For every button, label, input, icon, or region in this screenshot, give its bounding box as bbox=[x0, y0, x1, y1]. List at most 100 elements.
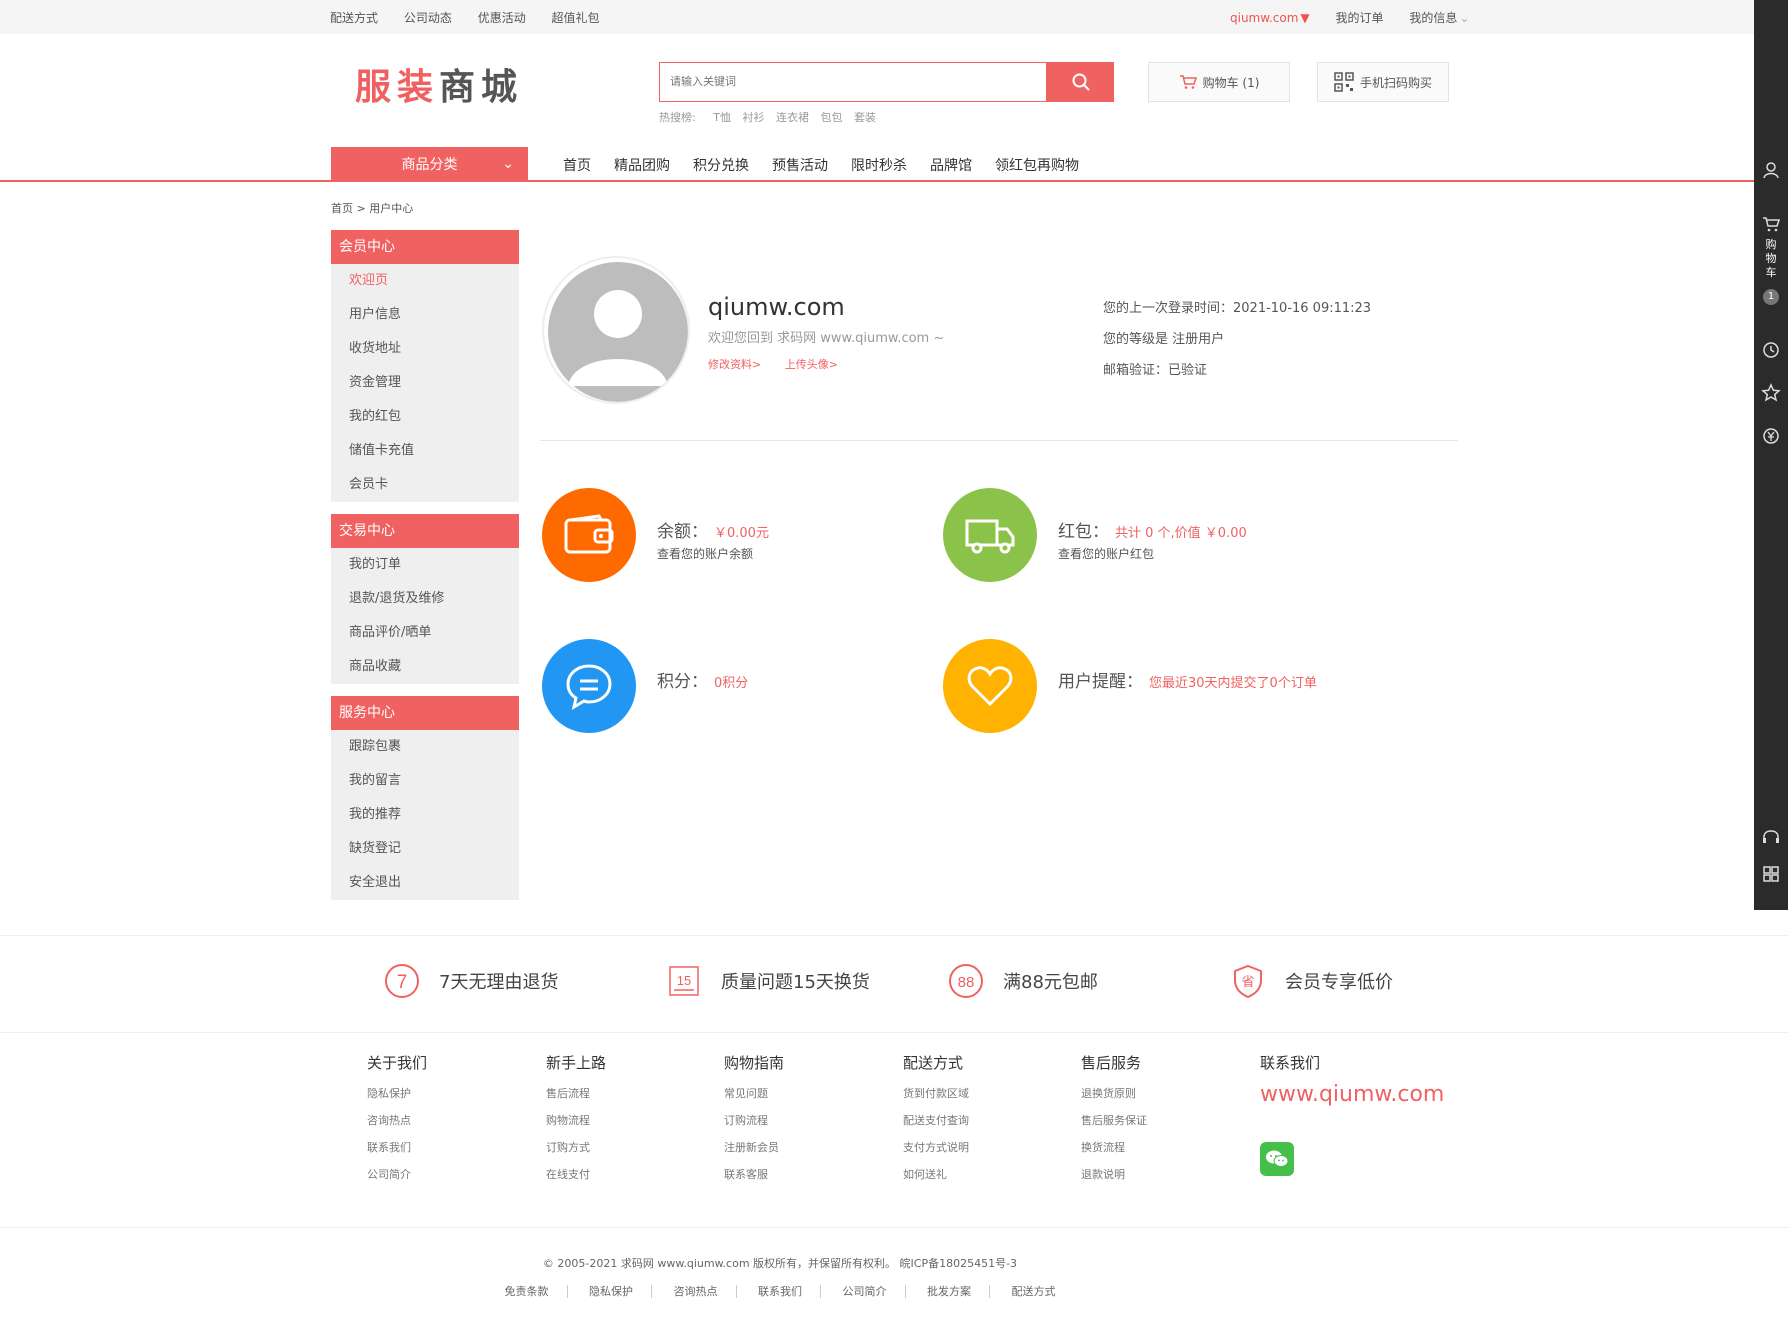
sidebar-item[interactable]: 我的推荐 bbox=[331, 798, 519, 832]
redpacket-sub[interactable]: 查看您的账户红包 bbox=[1058, 545, 1154, 562]
top-link[interactable]: 公司动态 bbox=[404, 11, 452, 25]
sidebar-item[interactable]: 储值卡充值 bbox=[331, 434, 519, 468]
top-link[interactable]: 配送方式 bbox=[330, 11, 378, 25]
balance-icon-circle[interactable] bbox=[542, 488, 636, 582]
cart-button[interactable]: 购物车 (1) bbox=[1148, 62, 1290, 102]
rail-cart-label[interactable]: 购物车 bbox=[1765, 238, 1777, 280]
footer-link[interactable]: 配送支付查询 bbox=[903, 1112, 969, 1139]
headset-icon[interactable] bbox=[1761, 828, 1781, 848]
hot-search-item[interactable]: 包包 bbox=[820, 111, 842, 124]
sidebar-item[interactable]: 我的留言 bbox=[331, 764, 519, 798]
redpacket-icon-circle[interactable] bbox=[943, 488, 1037, 582]
footer-link[interactable]: 退换货原则 bbox=[1081, 1085, 1147, 1112]
svg-text:7: 7 bbox=[397, 972, 408, 993]
footer-link[interactable]: 售后流程 bbox=[546, 1085, 606, 1112]
edit-profile-link[interactable]: 修改资料> bbox=[708, 358, 761, 371]
service-label: 7天无理由退货 bbox=[439, 972, 559, 993]
footer-link[interactable]: 退款说明 bbox=[1081, 1166, 1147, 1193]
sidebar-item[interactable]: 缺货登记 bbox=[331, 832, 519, 866]
service-label: 会员专享低价 bbox=[1285, 972, 1393, 993]
sidebar-item-welcome[interactable]: 欢迎页 bbox=[331, 264, 519, 298]
footer-bottom-link[interactable]: 隐私保护 bbox=[571, 1285, 652, 1298]
hot-search-item[interactable]: 连衣裙 bbox=[776, 111, 809, 124]
footer-link[interactable]: 订购流程 bbox=[724, 1112, 784, 1139]
top-right: qiumw.com ▼ 我的订单 我的信息 ⌄ bbox=[1230, 9, 1491, 26]
hot-search-item[interactable]: 套装 bbox=[854, 111, 876, 124]
footer-bottom-link[interactable]: 联系我们 bbox=[740, 1285, 821, 1298]
footer-link[interactable]: 如何送礼 bbox=[903, 1166, 969, 1193]
cart-label: 购物车 (1) bbox=[1202, 75, 1260, 90]
footer-link[interactable]: 常见问题 bbox=[724, 1085, 784, 1112]
points-value: 0积分 bbox=[714, 676, 749, 691]
footer-link[interactable]: 联系我们 bbox=[367, 1139, 427, 1166]
my-info-dropdown[interactable]: 我的信息 ⌄ bbox=[1409, 11, 1469, 25]
nav-item[interactable]: 精品团购 bbox=[614, 155, 670, 175]
avatar[interactable] bbox=[542, 256, 690, 404]
grid-icon[interactable] bbox=[1761, 864, 1781, 884]
hot-search-item[interactable]: 衬衫 bbox=[742, 111, 764, 124]
history-icon[interactable] bbox=[1761, 340, 1781, 360]
footer-link[interactable]: 注册新会员 bbox=[724, 1139, 784, 1166]
cart-icon[interactable] bbox=[1761, 214, 1781, 234]
sidebar-item[interactable]: 资金管理 bbox=[331, 366, 519, 400]
sidebar-item[interactable]: 跟踪包裹 bbox=[331, 730, 519, 764]
footer-link[interactable]: 订购方式 bbox=[546, 1139, 606, 1166]
coupon-icon[interactable] bbox=[1761, 426, 1781, 446]
footer-link[interactable]: 货到付款区域 bbox=[903, 1085, 969, 1112]
sidebar-item[interactable]: 我的红包 bbox=[331, 400, 519, 434]
reminder-icon-circle[interactable] bbox=[943, 639, 1037, 733]
site-logo[interactable]: 服装商城 bbox=[355, 58, 523, 110]
nav-item[interactable]: 预售活动 bbox=[772, 155, 828, 175]
sidebar-item[interactable]: 退款/退货及维修 bbox=[331, 582, 519, 616]
search-button[interactable] bbox=[1047, 62, 1114, 102]
upload-avatar-link[interactable]: 上传头像> bbox=[785, 358, 838, 371]
footer-link[interactable]: 联系客服 bbox=[724, 1166, 784, 1193]
footer-link[interactable]: 购物流程 bbox=[546, 1112, 606, 1139]
nav-item[interactable]: 首页 bbox=[563, 155, 591, 175]
nav-item[interactable]: 限时秒杀 bbox=[851, 155, 907, 175]
sidebar-item-logout[interactable]: 安全退出 bbox=[331, 866, 519, 900]
footer-link[interactable]: 咨询热点 bbox=[367, 1112, 427, 1139]
free-shipping-88-icon: 88 bbox=[949, 964, 983, 998]
hot-search-item[interactable]: T恤 bbox=[713, 111, 731, 124]
footer-link[interactable]: 换货流程 bbox=[1081, 1139, 1147, 1166]
footer-link[interactable]: 售后服务保证 bbox=[1081, 1112, 1147, 1139]
my-orders-link[interactable]: 我的订单 bbox=[1335, 11, 1383, 25]
sidebar-item[interactable]: 商品收藏 bbox=[331, 650, 519, 684]
site-dropdown[interactable]: qiumw.com ▼ bbox=[1230, 11, 1310, 25]
star-icon[interactable] bbox=[1761, 383, 1781, 403]
nav-item[interactable]: 品牌馆 bbox=[930, 155, 972, 175]
sidebar-item[interactable]: 会员卡 bbox=[331, 468, 519, 502]
nav-item[interactable]: 积分兑换 bbox=[693, 155, 749, 175]
sidebar-item[interactable]: 商品评价/晒单 bbox=[331, 616, 519, 650]
top-link[interactable]: 优惠活动 bbox=[478, 11, 526, 25]
footer-bottom-link[interactable]: 配送方式 bbox=[994, 1285, 1074, 1298]
user-icon[interactable] bbox=[1761, 160, 1781, 180]
balance-sub[interactable]: 查看您的账户余额 bbox=[657, 545, 753, 562]
points-icon-circle[interactable] bbox=[542, 639, 636, 733]
footer-link[interactable]: 隐私保护 bbox=[367, 1085, 427, 1112]
nav-item[interactable]: 领红包再购物 bbox=[995, 155, 1079, 175]
balance-value: ￥0.00元 bbox=[714, 526, 769, 541]
footer-link[interactable]: 公司简介 bbox=[367, 1166, 427, 1193]
wechat-glyph bbox=[1266, 1150, 1289, 1167]
top-link[interactable]: 超值礼包 bbox=[552, 11, 600, 25]
footer-bottom-links: 免责条款 隐私保护 咨询热点 联系我们 公司简介 批发方案 配送方式 bbox=[0, 1283, 1560, 1299]
copyright: © 2005-2021 求码网 www.qiumw.com 版权所有，并保留所有… bbox=[542, 1257, 1018, 1270]
footer-link[interactable]: 在线支付 bbox=[546, 1166, 606, 1193]
sidebar-group-member: 会员中心 欢迎页 用户信息 收货地址 资金管理 我的红包 储值卡充值 会员卡 bbox=[331, 230, 519, 502]
footer-bottom-link[interactable]: 咨询热点 bbox=[655, 1285, 737, 1298]
sidebar-item[interactable]: 用户信息 bbox=[331, 298, 519, 332]
footer-bottom-link[interactable]: 批发方案 bbox=[909, 1285, 990, 1298]
search-input[interactable] bbox=[660, 63, 1046, 101]
sidebar-item[interactable]: 我的订单 bbox=[331, 548, 519, 582]
contact-site-link[interactable]: www.qiumw.com bbox=[1260, 1082, 1444, 1107]
footer-bottom-link[interactable]: 免责条款 bbox=[486, 1285, 568, 1298]
footer-bottom-link[interactable]: 公司简介 bbox=[824, 1285, 906, 1298]
breadcrumb[interactable]: 首页 > 用户中心 bbox=[331, 200, 413, 216]
mobile-qr-button[interactable]: 手机扫码购买 bbox=[1317, 62, 1449, 102]
wechat-icon[interactable] bbox=[1260, 1142, 1294, 1176]
category-dropdown[interactable]: 商品分类 ⌄ bbox=[331, 147, 528, 181]
sidebar-item[interactable]: 收货地址 bbox=[331, 332, 519, 366]
footer-link[interactable]: 支付方式说明 bbox=[903, 1139, 969, 1166]
